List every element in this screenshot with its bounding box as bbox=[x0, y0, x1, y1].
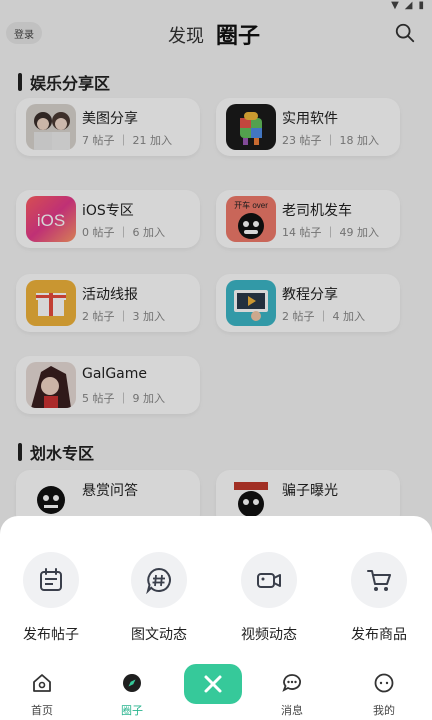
nav-label: 我的 bbox=[373, 704, 395, 717]
nav-circle[interactable]: 圈子 bbox=[102, 672, 162, 718]
app-screen: ▼ ◢ ▮ 登录 发现 圈子 娱乐分享区 美图分享 7 帖子 ｜ 21 加入 实… bbox=[0, 0, 432, 720]
publish-post-icon-wrap bbox=[23, 552, 79, 608]
home-icon bbox=[33, 674, 51, 692]
close-sheet-button[interactable] bbox=[184, 664, 242, 704]
image-post-icon-wrap bbox=[131, 552, 187, 608]
publish-post-button[interactable]: 发布帖子 bbox=[6, 552, 96, 644]
action-label: 视频动态 bbox=[241, 627, 297, 643]
nav-label: 消息 bbox=[281, 704, 303, 717]
video-post-button[interactable]: 视频动态 bbox=[224, 552, 314, 644]
message-icon bbox=[282, 674, 301, 692]
nav-label: 首页 bbox=[31, 704, 53, 717]
cart-icon bbox=[367, 570, 391, 591]
nav-profile[interactable]: 我的 bbox=[354, 672, 414, 718]
nav-home[interactable]: 首页 bbox=[12, 672, 72, 718]
profile-icon bbox=[374, 673, 394, 693]
calendar-icon bbox=[40, 568, 62, 591]
hashtag-icon bbox=[146, 567, 171, 594]
publish-product-icon-wrap bbox=[351, 552, 407, 608]
action-label: 发布商品 bbox=[351, 627, 407, 643]
action-label: 图文动态 bbox=[131, 627, 187, 643]
publish-sheet: 发布帖子 图文动态 视频动态 发布商品 首页 圈子 消息 我的 bbox=[0, 516, 432, 720]
publish-product-button[interactable]: 发布商品 bbox=[334, 552, 424, 644]
compass-icon bbox=[123, 674, 141, 692]
video-icon bbox=[257, 573, 281, 588]
bottom-navigation: 首页 圈子 消息 我的 bbox=[0, 664, 432, 720]
close-icon bbox=[204, 675, 222, 693]
image-post-button[interactable]: 图文动态 bbox=[114, 552, 204, 644]
nav-messages[interactable]: 消息 bbox=[262, 672, 322, 718]
action-label: 发布帖子 bbox=[23, 627, 79, 643]
video-post-icon-wrap bbox=[241, 552, 297, 608]
nav-label: 圈子 bbox=[121, 704, 143, 717]
